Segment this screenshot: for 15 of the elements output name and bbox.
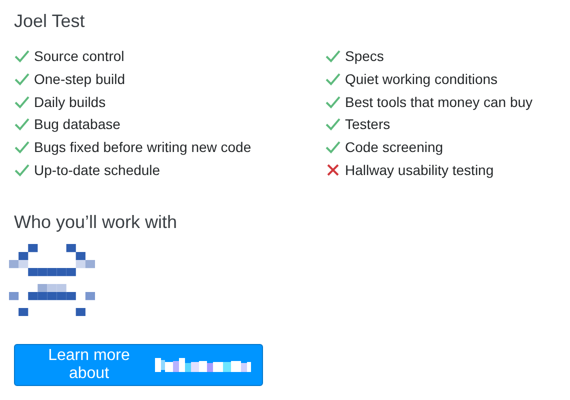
criterion-label: Source control [34,48,124,64]
criterion-label: Quiet working conditions [345,71,498,88]
criterion-label: Bug database [34,116,120,132]
criterion-label: Hallway usability testing [345,162,494,178]
criterion-label: Daily builds [34,94,106,110]
learn-more-button[interactable]: Learn more about [14,344,263,386]
criterion-label: Up-to-date schedule [34,162,160,178]
criterion-label: Bugs fixed before writing new code [34,139,252,156]
criterion-label: Specs [345,48,384,64]
criterion-label: Best tools that money can buy [345,94,533,110]
criterion-label: Testers [345,116,390,132]
criterion-label: Code screening [345,139,444,156]
section-title: Who you’ll work with [14,211,178,234]
criterion-label: One-step build [34,71,126,88]
section-title: Joel Test [14,10,86,33]
